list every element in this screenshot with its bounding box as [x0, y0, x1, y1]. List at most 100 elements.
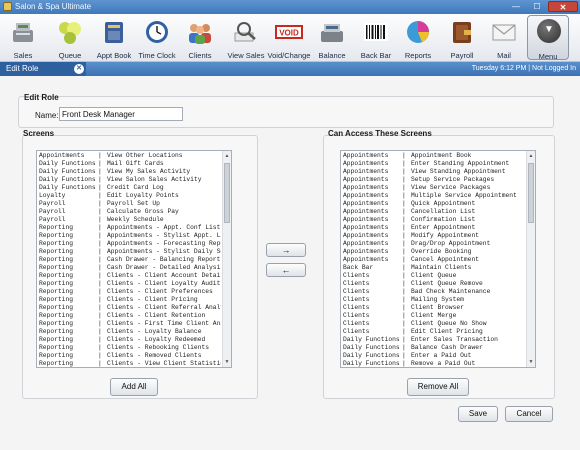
screen-category: Reporting: [39, 272, 74, 279]
screen-name: Calculate Gross Pay: [107, 208, 179, 215]
access-scrollbar[interactable]: ▲ ▼: [526, 151, 535, 367]
list-item[interactable]: Reporting | Clients - Client Preferences: [37, 288, 221, 296]
screen-name: Appointments - Stylist Daily Sch: [107, 248, 221, 255]
list-item[interactable]: Reporting | Clients - View Client Statisti…: [37, 360, 221, 367]
save-button[interactable]: Save: [458, 406, 498, 422]
cancel-button[interactable]: Cancel: [505, 406, 553, 422]
list-item[interactable]: Daily Functions | Balance Cash Drawer: [341, 344, 525, 352]
list-item[interactable]: Appointments | View Standing Appointment: [341, 168, 525, 176]
list-item[interactable]: Appointments | View Service Packages: [341, 184, 525, 192]
toolbar-clients-button[interactable]: Clients: [182, 16, 218, 60]
maximize-button[interactable]: ☐: [527, 1, 547, 12]
list-item[interactable]: Clients | Mailing System: [341, 296, 525, 304]
toolbar-mail-button[interactable]: Mail: [486, 16, 522, 60]
toolbar-reports-button[interactable]: Reports: [400, 16, 436, 60]
list-item[interactable]: Appointments | Quick Appointment: [341, 200, 525, 208]
list-item[interactable]: Appointments | Confirmation List: [341, 216, 525, 224]
list-item[interactable]: Clients | Edit Client Pricing: [341, 328, 525, 336]
list-item[interactable]: Payroll | Weekly Schedule: [37, 216, 221, 224]
tab-strip: Edit Role ✕ Tuesday 6:12 PM | Not Logged…: [0, 62, 580, 76]
list-item[interactable]: Clients | Bad Check Maintenance: [341, 288, 525, 296]
toolbar-balance-button[interactable]: Balance: [315, 16, 349, 60]
list-item[interactable]: Reporting | Cash Drawer - Balancing Report: [37, 256, 221, 264]
list-item[interactable]: Daily Functions | Enter a Paid Out: [341, 352, 525, 360]
scroll-up-icon[interactable]: ▲: [223, 152, 231, 160]
list-item[interactable]: Reporting | Appointments - Stylist Daily S…: [37, 248, 221, 256]
list-item[interactable]: Daily Functions | Enter Sales Transaction: [341, 336, 525, 344]
list-item[interactable]: Appointments | Override Booking: [341, 248, 525, 256]
column-separator: |: [402, 184, 406, 191]
list-item[interactable]: Clients | Client Merge: [341, 312, 525, 320]
list-item[interactable]: Clients | Client Browser: [341, 304, 525, 312]
screen-category: Clients: [343, 304, 370, 311]
screen-category: Daily Functions: [343, 344, 400, 351]
list-item[interactable]: Appointments | Appointment Book: [341, 152, 525, 160]
list-item[interactable]: Payroll | Payroll Set Up: [37, 200, 221, 208]
list-item[interactable]: Clients | Client Queue: [341, 272, 525, 280]
scroll-thumb[interactable]: [528, 163, 534, 223]
list-item[interactable]: Reporting | Clients - Removed Clients: [37, 352, 221, 360]
list-item[interactable]: Reporting | Appointments - Forecasting Rep…: [37, 240, 221, 248]
list-item[interactable]: Appointments | Cancel Appointment: [341, 256, 525, 264]
menu-button[interactable]: ▼ Menu: [527, 15, 569, 61]
role-name-input[interactable]: [59, 107, 183, 121]
column-separator: |: [402, 168, 406, 175]
list-item[interactable]: Clients | Client Queue Remove: [341, 280, 525, 288]
list-item[interactable]: Daily Functions | View My Sales Activity: [37, 168, 221, 176]
screens-scrollbar[interactable]: ▲ ▼: [222, 151, 231, 367]
list-item[interactable]: Appointments | Modify Appointment: [341, 232, 525, 240]
available-screens-list[interactable]: Appointments | View Other Locations Daily F…: [36, 150, 232, 368]
list-item[interactable]: Daily Functions | Mail Gift Cards: [37, 160, 221, 168]
list-item[interactable]: Reporting | Cash Drawer - Detailed Analysi…: [37, 264, 221, 272]
list-item[interactable]: Daily Functions | View Salon Sales Activit…: [37, 176, 221, 184]
accessible-screens-list[interactable]: Appointments | Appointment Book Appointment…: [340, 150, 536, 368]
list-item[interactable]: Payroll | Calculate Gross Pay: [37, 208, 221, 216]
list-item[interactable]: Reporting | Clients - Client Account Detai…: [37, 272, 221, 280]
list-item[interactable]: Daily Functions | Credit Card Log: [37, 184, 221, 192]
list-item[interactable]: Appointments | View Other Locations: [37, 152, 221, 160]
toolbar-view-sales-button[interactable]: View Sales: [226, 16, 266, 60]
toolbar-payroll-button[interactable]: Payroll: [442, 16, 482, 60]
list-item[interactable]: Appointments | Setup Service Packages: [341, 176, 525, 184]
list-item[interactable]: Reporting | Clients - Client Referral Anal…: [37, 304, 221, 312]
list-item[interactable]: Reporting | Clients - Rebooking Clients: [37, 344, 221, 352]
minimize-button[interactable]: —: [506, 1, 526, 12]
list-item[interactable]: Reporting | Appointments - Stylist Appt. L…: [37, 232, 221, 240]
list-item[interactable]: Loyalty | Edit Loyalty Points: [37, 192, 221, 200]
screen-name: View My Sales Activity: [107, 168, 191, 175]
screen-name: Enter Appointment: [411, 224, 476, 231]
screen-category: Daily Functions: [343, 352, 400, 359]
remove-all-button[interactable]: Remove All: [407, 378, 469, 396]
list-item[interactable]: Appointments | Enter Standing Appointment: [341, 160, 525, 168]
list-item[interactable]: Reporting | Clients - Client Retention: [37, 312, 221, 320]
tab-edit-role[interactable]: Edit Role ✕: [0, 62, 86, 76]
move-left-button[interactable]: ←: [266, 263, 306, 277]
toolbar-appt-book-button[interactable]: Appt Book: [94, 16, 134, 60]
list-item[interactable]: Reporting | Clients - Loyalty Balance: [37, 328, 221, 336]
toolbar-queue-button[interactable]: Queue: [52, 16, 88, 60]
move-right-button[interactable]: →: [266, 243, 306, 257]
list-item[interactable]: Clients | Client Queue No Show: [341, 320, 525, 328]
toolbar-back-bar-button[interactable]: Back Bar: [356, 16, 396, 60]
list-item[interactable]: Appointments | Enter Appointment: [341, 224, 525, 232]
list-item[interactable]: Appointments | Drag/Drop Appointment: [341, 240, 525, 248]
list-item[interactable]: Reporting | Appointments - Appt. Conf List: [37, 224, 221, 232]
list-item[interactable]: Reporting | Clients - Client Pricing: [37, 296, 221, 304]
list-item[interactable]: Reporting | Clients - Client Loyalty Audit: [37, 280, 221, 288]
scroll-down-icon[interactable]: ▼: [223, 358, 231, 366]
scroll-down-icon[interactable]: ▼: [527, 358, 535, 366]
toolbar-time-clock-button[interactable]: Time Clock: [137, 16, 177, 60]
list-item[interactable]: Appointments | Multiple Service Appointmen…: [341, 192, 525, 200]
list-item[interactable]: Reporting | Clients - First Time Client An…: [37, 320, 221, 328]
scroll-up-icon[interactable]: ▲: [527, 152, 535, 160]
list-item[interactable]: Daily Functions | Remove a Paid Out: [341, 360, 525, 367]
scroll-thumb[interactable]: [224, 163, 230, 223]
list-item[interactable]: Back Bar | Maintain Clients: [341, 264, 525, 272]
close-window-button[interactable]: ✕: [548, 1, 578, 12]
add-all-button[interactable]: Add All: [110, 378, 158, 396]
toolbar-sales-button[interactable]: Sales: [3, 16, 43, 60]
toolbar-void-change-button[interactable]: VOID Void/Change: [267, 16, 311, 60]
close-tab-icon[interactable]: ✕: [74, 64, 84, 74]
list-item[interactable]: Appointments | Cancellation List: [341, 208, 525, 216]
list-item[interactable]: Reporting | Clients - Loyalty Redeemed: [37, 336, 221, 344]
